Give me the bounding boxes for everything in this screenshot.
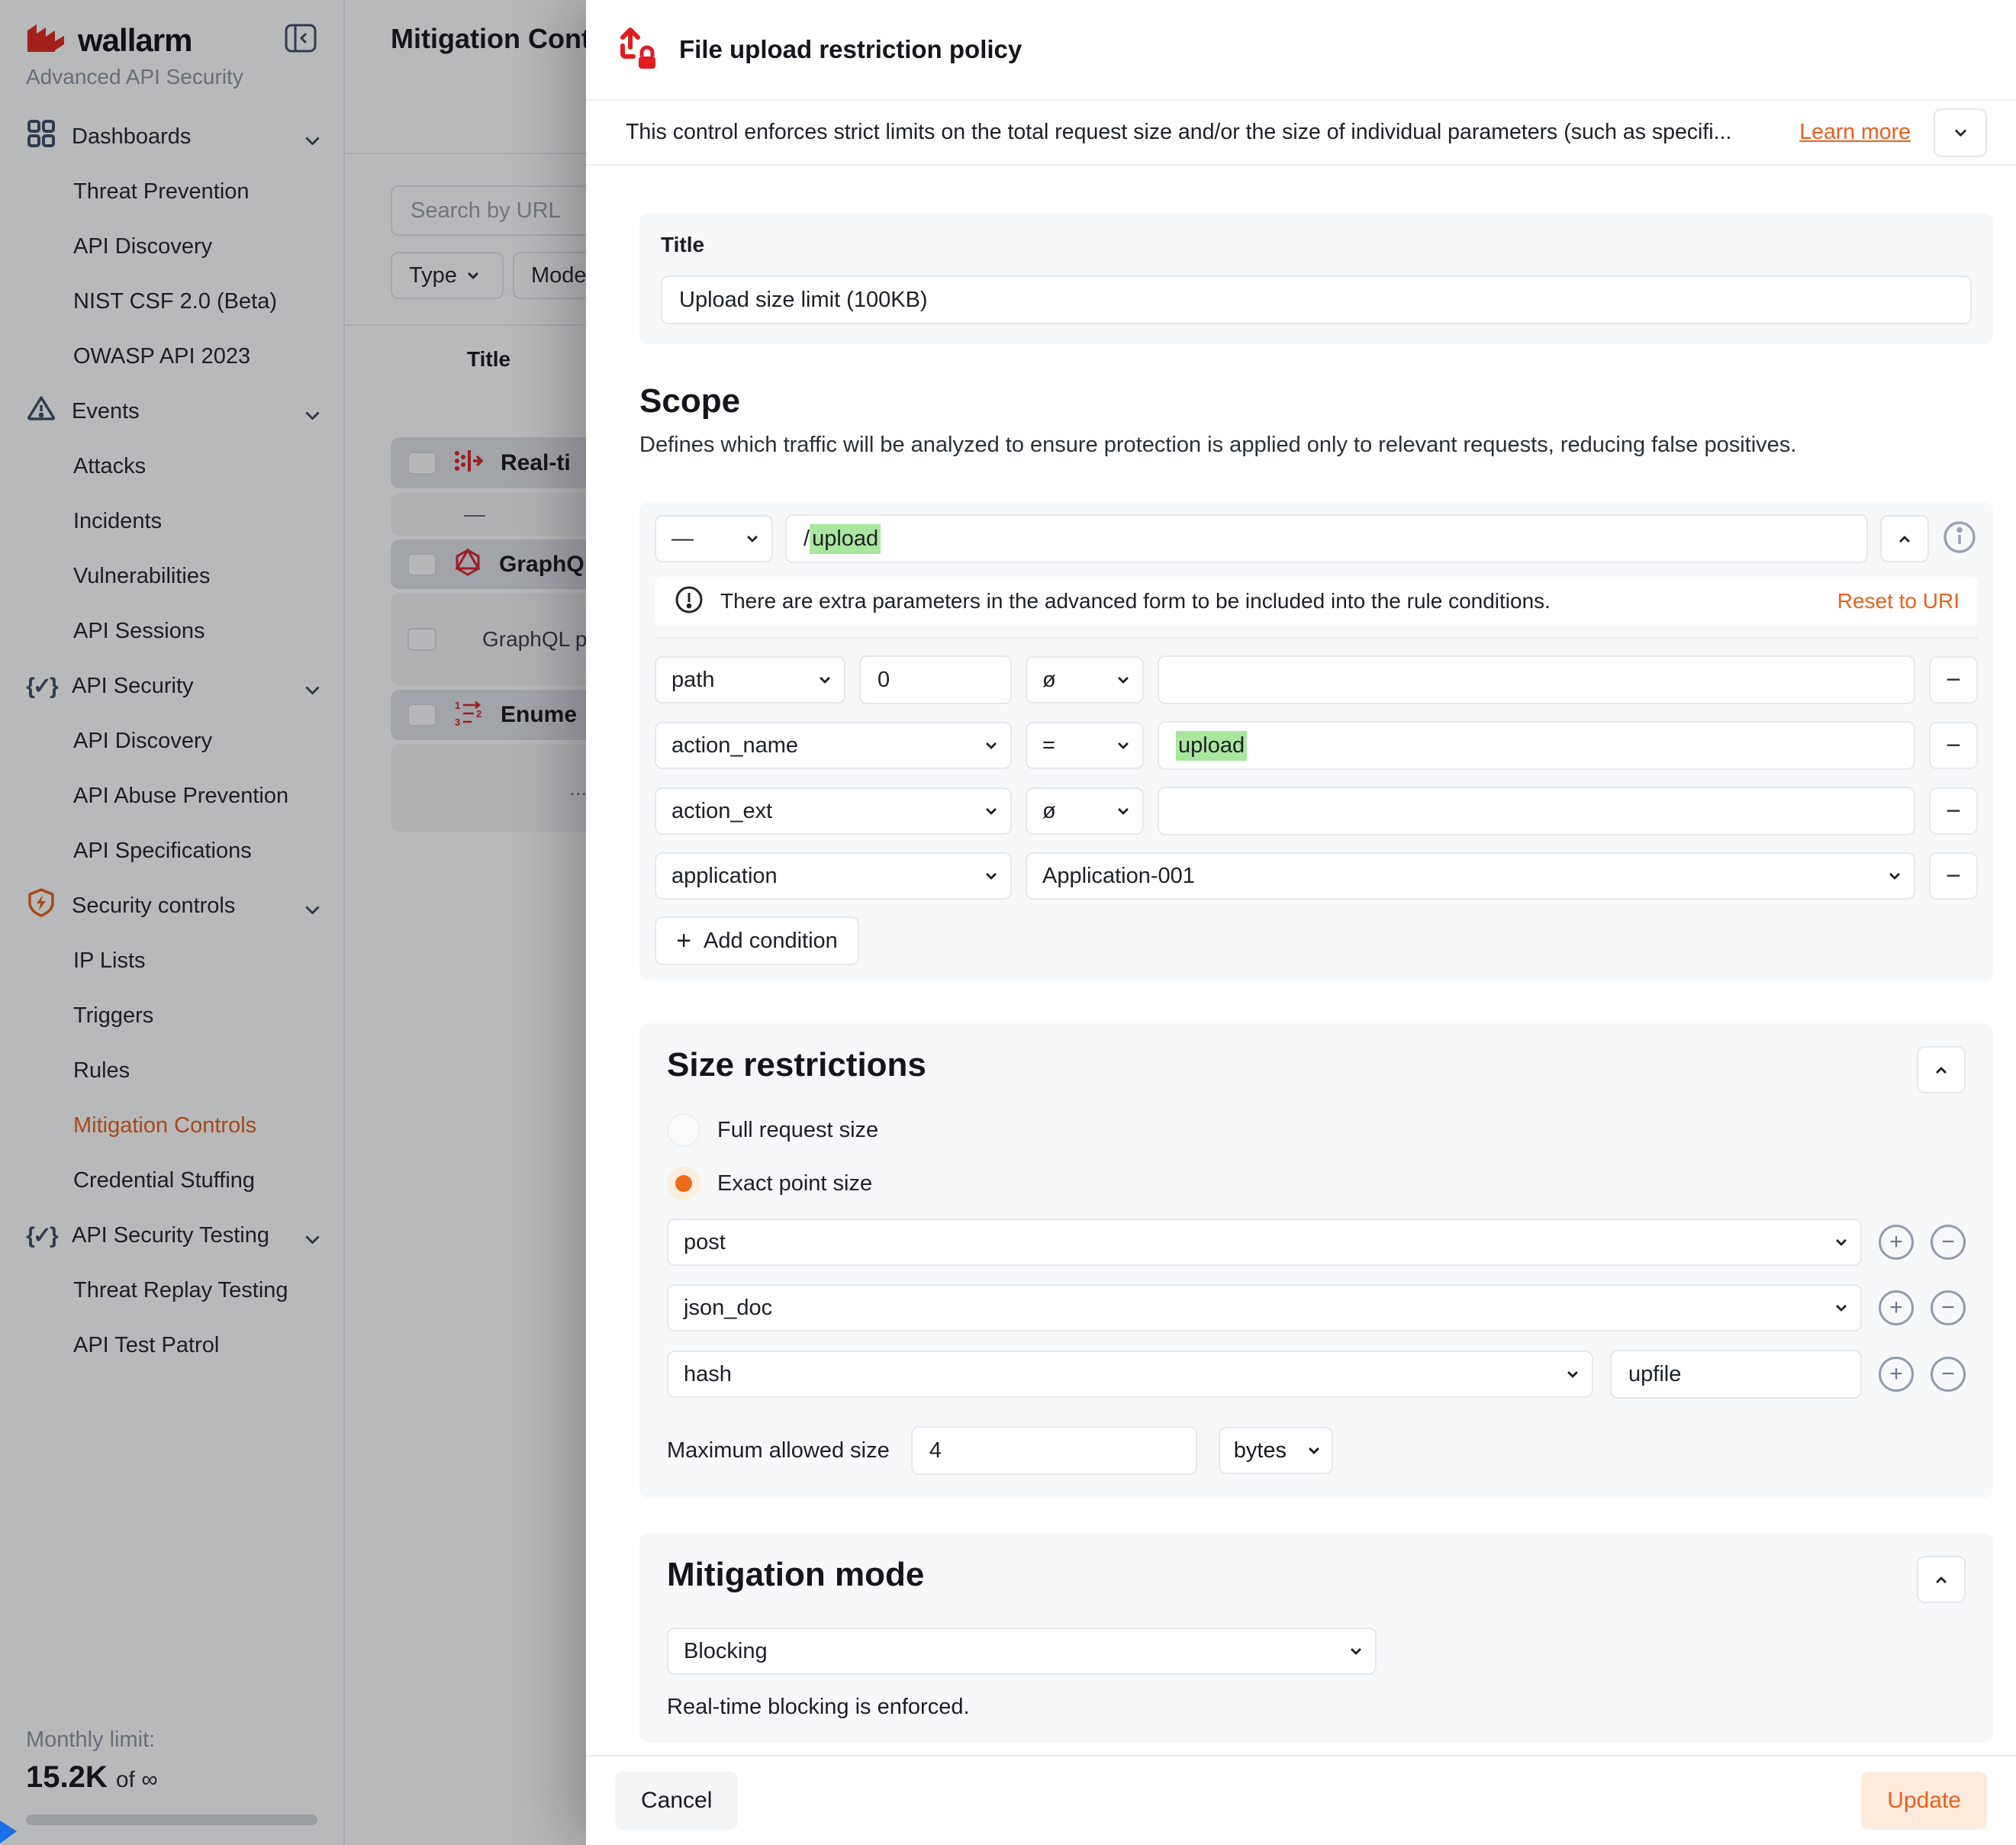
- description-expand-button[interactable]: [1934, 108, 1987, 157]
- max-size-row: Maximum allowed size 4 bytes: [667, 1426, 1966, 1475]
- condition-row-action-ext: action_ext ø −: [655, 787, 1978, 836]
- chevron-down-icon: [1118, 673, 1129, 684]
- application-select[interactable]: Application-001: [1026, 852, 1915, 900]
- highlighted-value: upload: [1176, 731, 1247, 761]
- remove-condition-button[interactable]: −: [1929, 722, 1978, 769]
- mitigation-mode-panel: Mitigation mode Blocking Real-time block…: [639, 1533, 1993, 1743]
- drawer-description-bar: This control enforces strict limits on t…: [586, 99, 2016, 166]
- collapse-size-section-button[interactable]: [1917, 1046, 1966, 1093]
- chevron-down-icon: [986, 869, 997, 880]
- chevron-down-icon: [1889, 869, 1900, 880]
- mitigation-mode-select[interactable]: Blocking: [667, 1628, 1377, 1675]
- learn-more-link[interactable]: Learn more: [1799, 120, 1911, 145]
- condition-value-input[interactable]: [1158, 655, 1915, 704]
- point-row-post: post + −: [667, 1219, 1966, 1266]
- drawer-title: File upload restriction policy: [679, 35, 1022, 64]
- drawer-header: File upload restriction policy: [586, 0, 2016, 99]
- remove-point-button[interactable]: −: [1931, 1225, 1966, 1260]
- info-icon[interactable]: [1941, 519, 1978, 559]
- chevron-down-icon: [1351, 1644, 1361, 1655]
- chevron-down-icon: [1118, 739, 1129, 749]
- chevron-down-icon: [1954, 124, 1966, 137]
- condition-field-select[interactable]: action_name: [655, 722, 1012, 769]
- max-size-input[interactable]: 4: [911, 1426, 1197, 1475]
- condition-row-application: application Application-001 −: [655, 852, 1978, 900]
- exact-point-size-option[interactable]: Exact point size: [667, 1167, 1966, 1200]
- size-restrictions-panel: Size restrictions Full request size Exac…: [639, 1023, 1993, 1498]
- file-upload-policy-drawer: File upload restriction policy This cont…: [586, 0, 2016, 1845]
- scope-panel: — /upload There are extra: [639, 502, 1993, 980]
- chevron-down-icon: [1309, 1444, 1319, 1454]
- reset-to-uri-link[interactable]: Reset to URI: [1837, 589, 1960, 613]
- condition-operator-select[interactable]: ø: [1026, 787, 1144, 835]
- condition-field-select[interactable]: application: [655, 852, 1012, 900]
- chevron-up-icon: [1899, 535, 1910, 546]
- point-row-json-doc: json_doc + −: [667, 1284, 1966, 1331]
- chevron-down-icon: [986, 739, 997, 749]
- chevron-up-icon: [1936, 1576, 1947, 1586]
- unit-select[interactable]: bytes: [1219, 1427, 1333, 1474]
- scope-subtitle: Defines which traffic will be analyzed t…: [639, 433, 1993, 458]
- drawer-body: Title Upload size limit (100KB) Scope De…: [586, 166, 2016, 1755]
- uri-input[interactable]: /upload: [785, 514, 1868, 563]
- point-row-hash: hash upfile + −: [667, 1350, 1966, 1399]
- collapse-mitigation-section-button[interactable]: [1917, 1556, 1966, 1603]
- chevron-down-icon: [747, 532, 758, 543]
- chevron-down-icon: [1118, 804, 1129, 815]
- mitigation-mode-note: Real-time blocking is enforced.: [667, 1695, 1966, 1720]
- scope-heading: Scope: [639, 382, 1993, 420]
- add-point-button[interactable]: +: [1879, 1225, 1914, 1260]
- condition-value-input[interactable]: [1158, 787, 1915, 836]
- add-condition-button[interactable]: + Add condition: [655, 916, 859, 965]
- chevron-down-icon: [986, 804, 997, 815]
- alert-circle-icon: [673, 584, 705, 620]
- add-point-button[interactable]: +: [1879, 1290, 1914, 1325]
- remove-condition-button[interactable]: −: [1929, 787, 1978, 835]
- point-select-post[interactable]: post: [667, 1219, 1862, 1266]
- cursor-pointer: [0, 1821, 17, 1843]
- drawer-footer: Cancel Update: [586, 1755, 2016, 1845]
- chevron-down-icon: [820, 673, 830, 684]
- chevron-down-icon: [1567, 1367, 1578, 1378]
- condition-field-select[interactable]: action_ext: [655, 787, 1012, 835]
- condition-operator-select[interactable]: ø: [1026, 656, 1144, 704]
- full-request-size-option[interactable]: Full request size: [667, 1113, 1966, 1147]
- upload-lock-icon: [617, 26, 659, 74]
- radio-selected[interactable]: [667, 1167, 700, 1200]
- policy-title-input[interactable]: Upload size limit (100KB): [661, 275, 1972, 324]
- title-label: Title: [661, 233, 1972, 257]
- condition-value-input[interactable]: upload: [1158, 721, 1915, 770]
- remove-condition-button[interactable]: −: [1929, 852, 1978, 900]
- chevron-up-icon: [1936, 1066, 1947, 1077]
- remove-point-button[interactable]: −: [1931, 1290, 1966, 1325]
- radio-unselected[interactable]: [667, 1113, 700, 1147]
- add-point-button[interactable]: +: [1879, 1357, 1914, 1392]
- chevron-down-icon: [1836, 1235, 1847, 1246]
- update-button[interactable]: Update: [1861, 1772, 1987, 1830]
- chevron-down-icon: [1836, 1301, 1847, 1312]
- point-select-json-doc[interactable]: json_doc: [667, 1284, 1862, 1331]
- extra-parameters-notice: There are extra parameters in the advanc…: [655, 577, 1978, 626]
- condition-operator-select[interactable]: =: [1026, 722, 1144, 769]
- remove-condition-button[interactable]: −: [1929, 656, 1978, 704]
- policy-description: This control enforces strict limits on t…: [626, 120, 1776, 145]
- divider: [655, 637, 1978, 639]
- point-select-hash[interactable]: hash: [667, 1351, 1593, 1398]
- remove-point-button[interactable]: −: [1931, 1357, 1966, 1392]
- size-restrictions-heading: Size restrictions: [667, 1046, 926, 1084]
- highlighted-uri-part: upload: [810, 524, 881, 554]
- collapse-uri-advanced-button[interactable]: [1880, 515, 1929, 562]
- condition-row-action-name: action_name = upload −: [655, 721, 1978, 770]
- hash-param-input[interactable]: upfile: [1610, 1350, 1862, 1399]
- condition-index-input[interactable]: 0: [859, 655, 1012, 704]
- mitigation-mode-heading: Mitigation mode: [667, 1556, 924, 1594]
- cancel-button[interactable]: Cancel: [615, 1772, 738, 1830]
- title-section: Title Upload size limit (100KB): [639, 213, 1993, 344]
- condition-field-select[interactable]: path: [655, 656, 845, 704]
- uri-operator-select[interactable]: —: [655, 515, 773, 562]
- condition-row-path: path 0 ø −: [655, 655, 1978, 704]
- max-size-label: Maximum allowed size: [667, 1438, 890, 1463]
